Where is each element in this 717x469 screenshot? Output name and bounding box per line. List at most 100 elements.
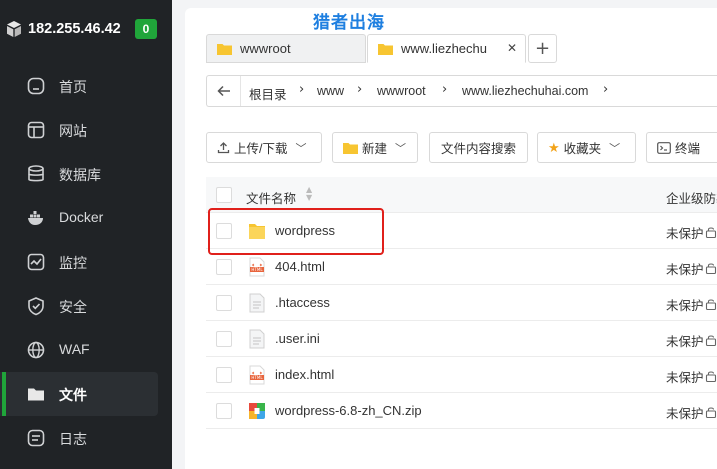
lock-icon[interactable] — [705, 406, 717, 418]
breadcrumb-root[interactable]: 根目录 — [249, 84, 287, 103]
sidebar-item-label: Docker — [59, 209, 104, 225]
sidebar-item-monitor[interactable]: 监控 — [0, 240, 172, 284]
highlight-box — [208, 208, 384, 255]
lock-icon[interactable] — [705, 226, 717, 238]
select-all-checkbox[interactable] — [216, 187, 232, 203]
html-file-icon: HTML — [249, 365, 265, 385]
tab-wwwroot[interactable]: wwwroot — [206, 34, 366, 63]
row-checkbox[interactable] — [216, 259, 232, 275]
folder-icon — [217, 43, 232, 55]
terminal-icon — [657, 141, 671, 154]
lock-icon[interactable] — [705, 370, 717, 382]
sidebar-nav: 首页 网站 数据库 Docker 监控 安全 WAF 文件 日志 — [0, 64, 172, 460]
tab-liezhechu[interactable]: www.liezhechu ✕ — [367, 34, 526, 63]
tab-label: wwwroot — [240, 41, 291, 56]
upload-icon — [217, 142, 230, 154]
favorites-button[interactable]: ★ 收藏夹 ﹀ — [537, 132, 636, 163]
server-ip: 182.255.46.42 — [28, 21, 121, 37]
sidebar-item-label: 文件 — [59, 387, 87, 403]
close-icon[interactable]: ✕ — [507, 41, 517, 55]
sidebar-item-home[interactable]: 首页 — [0, 64, 172, 108]
html-file-icon: HTML — [249, 257, 265, 277]
column-header-name[interactable]: 文件名称 — [246, 188, 296, 207]
shield-icon — [28, 297, 44, 316]
upload-download-label: 上传/下载 — [234, 142, 288, 156]
breadcrumb-www[interactable]: www — [317, 84, 344, 98]
lock-icon[interactable] — [705, 298, 717, 310]
row-checkbox[interactable] — [216, 295, 232, 311]
chevron-right-icon: › — [299, 82, 305, 97]
sidebar-item-docker[interactable]: Docker — [0, 196, 172, 240]
file-name[interactable]: .user.ini — [275, 331, 320, 346]
globe-icon — [27, 341, 45, 359]
svg-text:HTML: HTML — [251, 375, 263, 380]
log-icon — [27, 429, 45, 447]
chevron-right-icon: › — [442, 82, 448, 97]
protection-status: 未保护 — [666, 299, 704, 313]
sidebar-item-waf[interactable]: WAF — [0, 328, 172, 372]
website-icon — [27, 121, 45, 139]
lock-icon[interactable] — [705, 262, 717, 274]
sidebar-item-label: 日志 — [59, 431, 87, 447]
star-icon: ★ — [548, 139, 560, 155]
sidebar-item-logs[interactable]: 日志 — [0, 416, 172, 460]
svg-text:HTML: HTML — [251, 267, 263, 272]
chevron-down-icon: ﹀ — [609, 142, 621, 155]
monitor-icon — [27, 253, 45, 271]
file-name[interactable]: 404.html — [275, 259, 325, 274]
tab-label: www.liezhechu — [401, 41, 487, 56]
text-file-icon — [249, 293, 265, 313]
sidebar-item-files[interactable]: 文件 — [0, 372, 158, 416]
terminal-button[interactable]: 终端 — [646, 132, 717, 163]
table-row[interactable]: HTML index.html 未保护 — [206, 357, 717, 393]
content-search-label: 文件内容搜索 — [440, 142, 516, 156]
table-row[interactable]: wordpress-6.8-zh_CN.zip 未保护 — [206, 393, 717, 429]
sidebar-item-security[interactable]: 安全 — [0, 284, 172, 328]
row-checkbox[interactable] — [216, 331, 232, 347]
add-tab-button[interactable]: + — [528, 34, 557, 63]
upload-download-button[interactable]: 上传/下载 ﹀ — [206, 132, 322, 163]
protection-status: 未保护 — [666, 335, 704, 349]
home-icon — [27, 77, 45, 95]
sidebar: 182.255.46.42 0 首页 网站 数据库 Docker 监控 安全 W… — [0, 0, 172, 469]
server-header[interactable]: 182.255.46.42 0 — [0, 0, 172, 58]
favorites-label: 收藏夹 — [563, 142, 602, 156]
file-name[interactable]: index.html — [275, 367, 334, 382]
database-icon — [28, 165, 44, 182]
sidebar-item-label: 监控 — [59, 255, 87, 271]
sidebar-item-label: 数据库 — [59, 167, 101, 183]
chevron-right-icon: › — [357, 82, 363, 97]
protection-status: 未保护 — [666, 407, 704, 421]
folder-icon — [378, 43, 393, 55]
chevron-right-icon: › — [603, 82, 609, 97]
lock-icon[interactable] — [705, 334, 717, 346]
text-file-icon — [249, 329, 265, 349]
new-label: 新建 — [362, 142, 388, 156]
column-header-protection: 企业级防篡 — [666, 192, 717, 206]
notification-badge[interactable]: 0 — [135, 19, 157, 39]
file-name[interactable]: .htaccess — [275, 295, 330, 310]
file-name[interactable]: wordpress-6.8-zh_CN.zip — [275, 403, 422, 418]
sidebar-item-label: 网站 — [59, 123, 87, 139]
sort-icon[interactable]: ▲ ▼ — [306, 186, 312, 202]
back-arrow-icon[interactable] — [207, 76, 241, 106]
sidebar-item-label: 安全 — [59, 299, 87, 315]
folder-icon — [28, 388, 44, 401]
table-row[interactable]: .htaccess 未保护 — [206, 285, 717, 321]
server-logo-icon — [7, 21, 21, 37]
row-checkbox[interactable] — [216, 403, 232, 419]
breadcrumb-wwwroot[interactable]: wwwroot — [377, 84, 426, 98]
row-checkbox[interactable] — [216, 367, 232, 383]
sidebar-item-label: WAF — [59, 341, 90, 357]
folder-icon — [343, 142, 358, 154]
breadcrumb: 根目录 › www › wwwroot › www.liezhechuhai.c… — [206, 75, 717, 107]
new-button[interactable]: 新建 ﹀ — [332, 132, 418, 163]
sidebar-item-database[interactable]: 数据库 — [0, 152, 172, 196]
sidebar-item-website[interactable]: 网站 — [0, 108, 172, 152]
content-search-button[interactable]: 文件内容搜索 — [429, 132, 528, 163]
sidebar-item-label: 首页 — [59, 79, 87, 95]
table-row[interactable]: .user.ini 未保护 — [206, 321, 717, 357]
breadcrumb-site[interactable]: www.liezhechuhai.com — [462, 84, 588, 98]
docker-icon — [28, 211, 43, 225]
watermark-text: 猎者出海 — [313, 13, 385, 33]
